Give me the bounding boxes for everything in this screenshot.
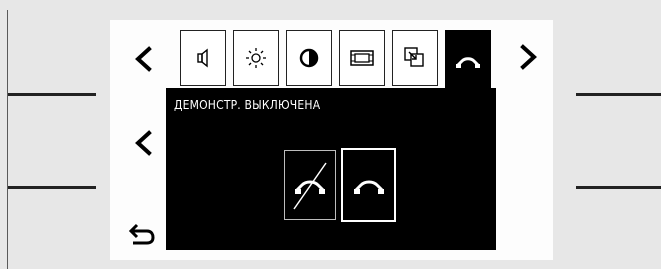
demo-off-icon bbox=[293, 162, 327, 210]
prev-tab-button[interactable] bbox=[128, 44, 158, 74]
display-screen: ДЕМОНСТР. ВЫКЛЮЧЕНА bbox=[110, 20, 553, 260]
tab-sound[interactable] bbox=[180, 30, 226, 86]
chevron-right-icon bbox=[520, 44, 537, 70]
tab-display-frame[interactable] bbox=[339, 30, 385, 86]
prev-item-button[interactable] bbox=[128, 128, 158, 158]
brightness-icon bbox=[246, 48, 266, 68]
option-demo-on[interactable] bbox=[341, 148, 396, 222]
tab-window-size[interactable] bbox=[392, 30, 438, 86]
screen-frame-icon bbox=[350, 50, 374, 66]
contrast-icon bbox=[299, 48, 319, 68]
option-demo-off[interactable] bbox=[284, 150, 336, 220]
side-line-right-lower bbox=[576, 186, 661, 189]
return-arrow-icon bbox=[128, 223, 155, 245]
back-button[interactable] bbox=[127, 219, 157, 249]
resize-window-icon bbox=[404, 47, 424, 67]
next-tab-button[interactable] bbox=[514, 42, 544, 72]
demo-on-icon bbox=[353, 180, 384, 194]
demo-mode-icon bbox=[455, 57, 481, 68]
tab-contrast[interactable] bbox=[286, 30, 332, 86]
tab-demo-mode[interactable] bbox=[445, 30, 491, 92]
chevron-left-icon bbox=[135, 46, 152, 72]
side-line-left-lower bbox=[8, 186, 96, 189]
frame-left-edge bbox=[7, 10, 8, 269]
side-line-left-upper bbox=[8, 93, 96, 96]
chevron-left-icon bbox=[135, 130, 152, 156]
tab-brightness[interactable] bbox=[233, 30, 279, 86]
status-message: ДЕМОНСТР. ВЫКЛЮЧЕНА bbox=[174, 98, 321, 112]
side-line-right-upper bbox=[576, 93, 661, 96]
speaker-icon bbox=[197, 48, 208, 68]
